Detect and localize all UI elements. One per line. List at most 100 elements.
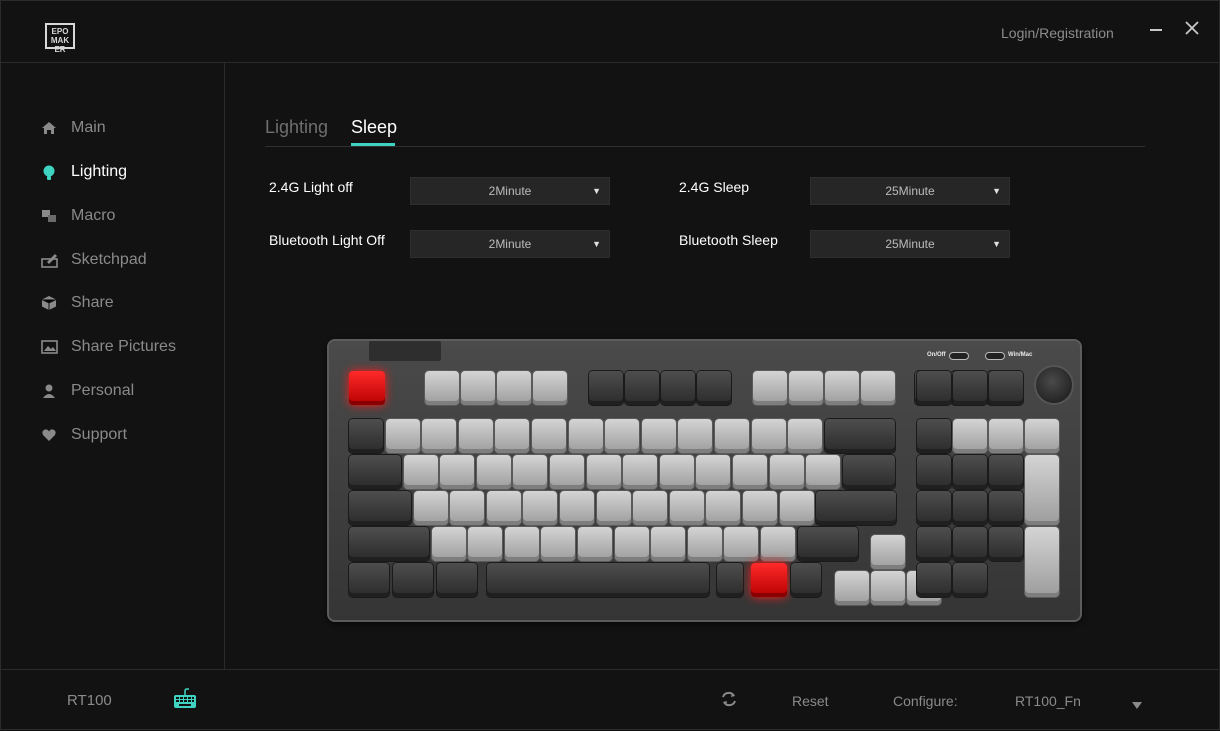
keyboard-key: [568, 419, 603, 453]
keyboard-key: [461, 371, 495, 405]
keyboard-key: [835, 571, 869, 605]
select-value: 25Minute: [885, 184, 935, 198]
keyboard-key: [789, 371, 823, 405]
keyboard-key: [504, 527, 539, 561]
select-value: 2Minute: [488, 184, 532, 198]
keyboard-key: [425, 371, 459, 405]
keyboard-key: [751, 563, 787, 597]
volume-knob: [1034, 365, 1074, 405]
onoff-label: On/Off: [927, 352, 946, 358]
keyboard-key: [437, 563, 477, 597]
keyboard-key: [589, 371, 623, 405]
keyboard-key: [825, 371, 859, 405]
heart-icon: [41, 427, 57, 443]
keyboard-key: [413, 491, 448, 525]
tab-lighting[interactable]: Lighting: [265, 117, 328, 138]
configure-dropdown-arrow-icon[interactable]: [1132, 696, 1142, 714]
sidebar-item-share-pictures[interactable]: Share Pictures: [41, 335, 176, 359]
minimize-icon[interactable]: [1145, 17, 1167, 39]
keyboard-key: [550, 455, 584, 489]
keyboard-key: [989, 371, 1023, 405]
keyboard-key: [917, 563, 951, 597]
sleep-24g-label: 2.4G Sleep: [679, 179, 750, 195]
keyboard-key: [917, 371, 951, 405]
keyboard-key: [989, 419, 1023, 453]
keyboard-key: [953, 563, 987, 597]
keyboard-image: On/Off Win/Mac: [327, 339, 1082, 622]
close-icon[interactable]: [1181, 19, 1203, 41]
sidebar: Main Lighting Macro Sketchpad Share Shar…: [1, 63, 225, 669]
bt-light-off-select[interactable]: 2Minute ▼: [410, 230, 610, 258]
keyboard-key: [871, 571, 905, 605]
keyboard-key: [724, 527, 759, 561]
bt-sleep-label: Bluetooth Sleep: [679, 232, 778, 248]
keyboard-icon[interactable]: [173, 688, 197, 715]
keyboard-key: [403, 455, 438, 489]
keyboard-key: [753, 371, 787, 405]
app-window: EPO MAK ER Login/Registration Main Lightin…: [0, 0, 1220, 730]
keyboard-key: [917, 491, 951, 525]
keyboard-key: [989, 455, 1023, 489]
reset-button[interactable]: Reset: [792, 693, 829, 709]
select-value: 2Minute: [488, 237, 532, 251]
keyboard-key: [953, 491, 987, 525]
sidebar-item-main[interactable]: Main: [41, 116, 106, 140]
os-switch: [985, 352, 1005, 360]
light-off-24g-select[interactable]: 2Minute ▼: [410, 177, 610, 205]
keyboard-key: [468, 527, 503, 561]
keyboard-key: [687, 527, 722, 561]
keyboard-key: [824, 419, 895, 453]
tab-sleep[interactable]: Sleep: [351, 117, 397, 138]
keyboard-key: [541, 527, 576, 561]
keyboard-key: [1025, 527, 1059, 597]
keyboard-key: [349, 527, 429, 561]
sidebar-item-macro[interactable]: Macro: [41, 204, 115, 228]
epomaker-logo: EPO MAK ER: [45, 23, 75, 54]
sleep-24g-select[interactable]: 25Minute ▼: [810, 177, 1010, 205]
keyboard-key: [669, 491, 704, 525]
keyboard-key: [349, 419, 383, 453]
configure-select[interactable]: RT100_Fn: [1015, 693, 1081, 709]
keyboard-key: [532, 419, 566, 453]
refresh-icon[interactable]: [720, 690, 738, 713]
bt-light-off-label: Bluetooth Light Off: [269, 232, 385, 248]
keyboard-key: [523, 491, 558, 525]
keyboard-key: [614, 527, 649, 561]
sidebar-item-label: Sketchpad: [71, 251, 147, 268]
keyboard-key: [769, 455, 804, 489]
keyboard-key: [871, 535, 905, 569]
keyboard-key: [623, 455, 658, 489]
keyboard-key: [1025, 419, 1059, 453]
keyboard-key: [989, 491, 1023, 525]
keyboard-key: [349, 371, 385, 405]
keyboard-key: [625, 371, 659, 405]
sidebar-item-label: Lighting: [71, 163, 128, 180]
dropdown-arrow-icon: ▼: [592, 186, 601, 196]
keyboard-key: [806, 455, 841, 489]
login-registration-link[interactable]: Login/Registration: [1001, 25, 1114, 41]
keyboard-key: [440, 455, 475, 489]
sidebar-item-label: Share: [71, 294, 114, 311]
sidebar-item-personal[interactable]: Personal: [41, 379, 134, 403]
keyboard-key: [349, 491, 411, 525]
keyboard-top-panel: [369, 341, 441, 361]
keyboard-key: [533, 371, 567, 405]
keyboard-key: [513, 455, 548, 489]
title-bar: EPO MAK ER Login/Registration: [1, 1, 1220, 63]
keyboard-key: [422, 419, 457, 453]
bt-sleep-select[interactable]: 25Minute ▼: [810, 230, 1010, 258]
keyboard-key: [450, 491, 485, 525]
sidebar-item-lighting[interactable]: Lighting: [41, 160, 127, 184]
keyboard-key: [953, 419, 987, 453]
keyboard-key: [586, 455, 621, 489]
keyboard-key: [633, 491, 668, 525]
keyboard-key: [761, 527, 795, 561]
sidebar-item-sketchpad[interactable]: Sketchpad: [41, 248, 147, 272]
keyboard-key: [476, 455, 511, 489]
keyboard-key: [697, 371, 731, 405]
keyboard-key: [641, 419, 676, 453]
sidebar-item-support[interactable]: Support: [41, 423, 127, 447]
sidebar-item-share[interactable]: Share: [41, 291, 114, 315]
keyboard-key: [816, 491, 897, 525]
bulb-icon: [41, 164, 57, 180]
